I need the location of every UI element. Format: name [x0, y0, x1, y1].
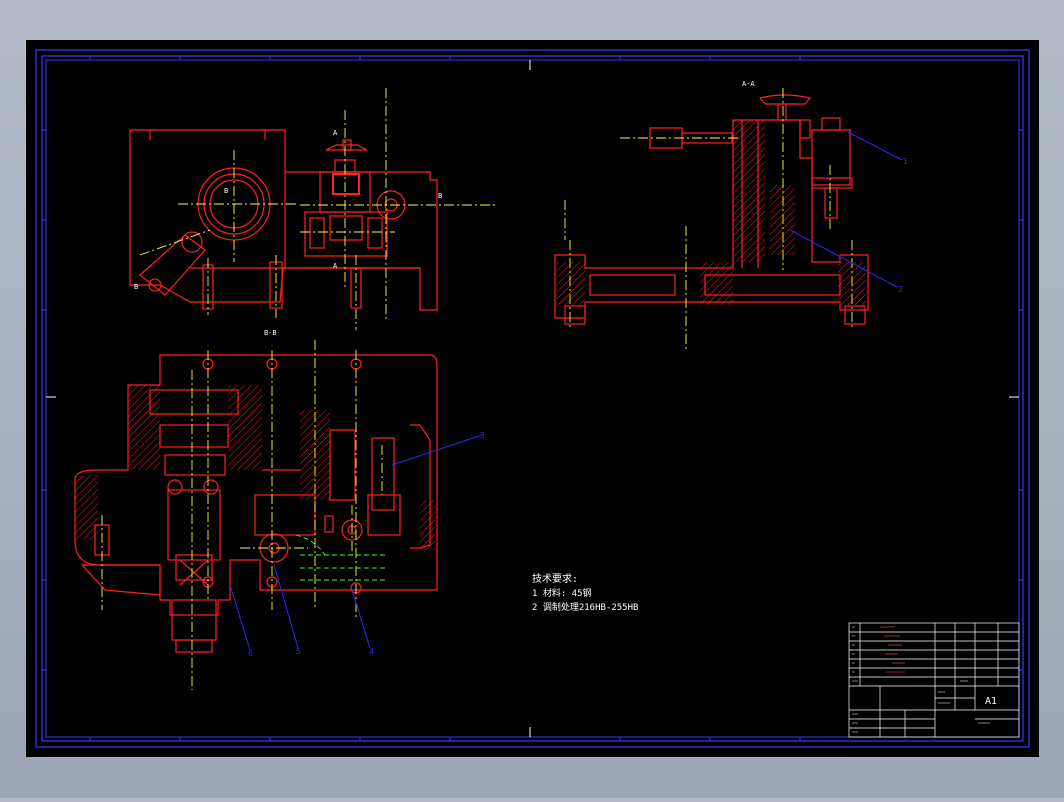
balloon-3: 3 — [480, 431, 485, 440]
cad-viewer[interactable]: A B B B A A-A B-B 1 2 3 4 5 6 技术要求: 1 材料… — [0, 0, 1064, 798]
balloon-6: 6 — [248, 649, 253, 658]
front-view-mark-b-upper: B — [224, 187, 228, 195]
section-bb-label: B-B — [264, 329, 277, 337]
balloon-4: 4 — [369, 647, 374, 656]
drawing-sheet — [26, 40, 1039, 757]
section-aa-label: A-A — [742, 80, 755, 88]
title-block-sheet-size: A1 — [985, 696, 997, 707]
balloon-2: 2 — [898, 285, 903, 294]
tech-req-line-2: 2 调制处理216HB-255HB — [532, 601, 638, 613]
tech-req-line-1: 1 材料: 45钢 — [532, 587, 592, 599]
balloon-5: 5 — [296, 647, 301, 656]
drawing-canvas[interactable]: A B B B A A-A B-B 1 2 3 4 5 6 技术要求: 1 材料… — [0, 0, 1064, 798]
balloon-1: 1 — [903, 157, 908, 166]
front-view-mark-b-right: B — [438, 192, 442, 200]
front-view-mark-b-lower: B — [134, 283, 138, 291]
tech-req-title: 技术要求: — [532, 572, 578, 585]
